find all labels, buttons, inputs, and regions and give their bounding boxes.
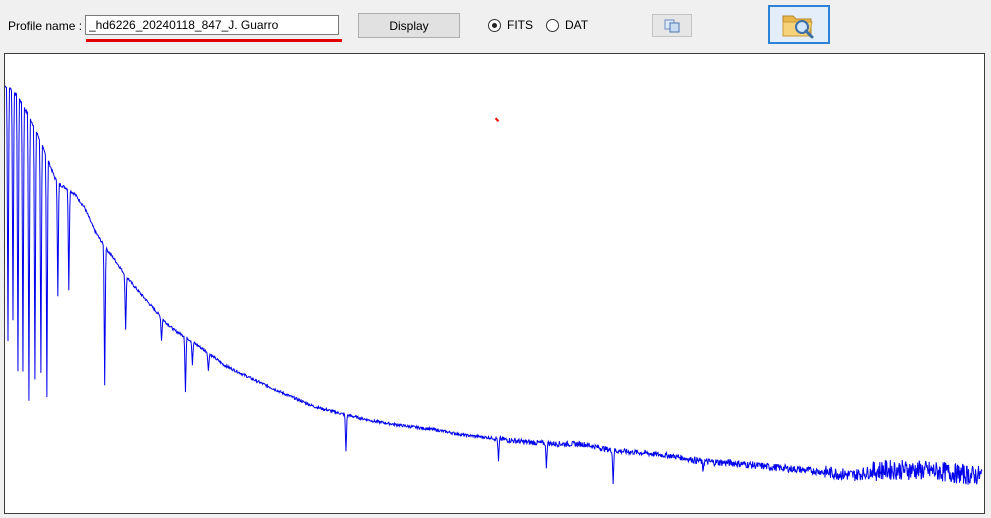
spectrum-plot[interactable] (4, 53, 985, 514)
cursor-marker (494, 117, 500, 122)
folder-search-icon (782, 15, 814, 38)
open-file-button[interactable] (768, 5, 830, 44)
format-radio-dat[interactable]: DAT (546, 18, 588, 32)
display-button[interactable]: Display (358, 13, 460, 38)
spectrum-series-line (5, 85, 983, 485)
radio-fits-label: FITS (507, 18, 533, 32)
radio-dat-circle[interactable] (546, 18, 559, 32)
toolbar: Profile name : Display FITS DAT (0, 0, 991, 50)
spectrum-chart (5, 85, 983, 485)
radio-fits-circle[interactable] (488, 18, 501, 32)
radio-dat-label: DAT (565, 18, 589, 32)
profile-name-input[interactable] (85, 15, 339, 35)
profile-name-underline (86, 39, 342, 42)
copy-button[interactable] (652, 14, 692, 37)
copy-icon (664, 19, 680, 32)
format-radio-fits[interactable]: FITS (488, 18, 533, 32)
profile-name-label: Profile name : (8, 19, 83, 33)
